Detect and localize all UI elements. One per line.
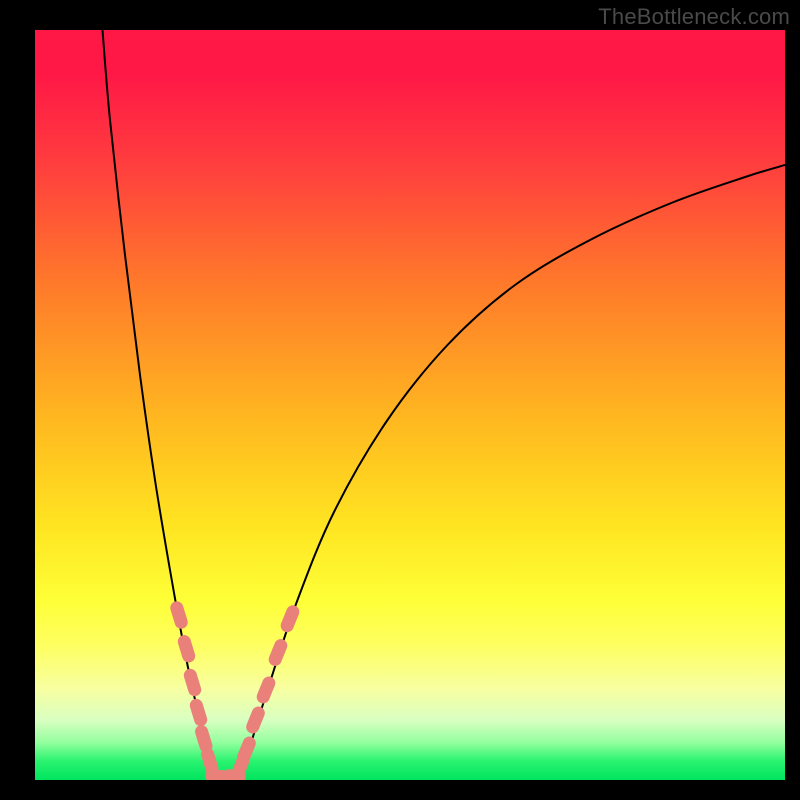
bead [279, 603, 302, 634]
bead [255, 675, 278, 706]
bead [176, 633, 197, 664]
curve-left-branch [103, 30, 216, 780]
bead [169, 600, 190, 631]
curve-right-branch [238, 165, 786, 780]
bead [235, 735, 258, 766]
chart-svg [35, 30, 785, 780]
bead [267, 637, 290, 668]
bead-cluster [169, 600, 302, 780]
bead [182, 667, 203, 698]
outer-frame: TheBottleneck.com [0, 0, 800, 800]
bead [244, 705, 267, 736]
plot-area [35, 30, 785, 780]
bead [188, 697, 209, 728]
watermark-text: TheBottleneck.com [598, 4, 790, 30]
